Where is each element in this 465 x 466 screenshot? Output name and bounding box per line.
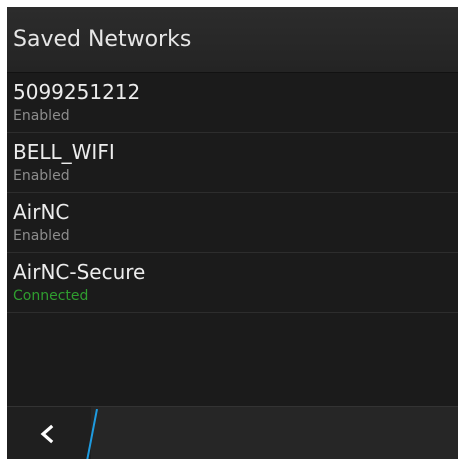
saved-networks-list: 5099251212 Enabled BELL_WIFI Enabled Air… [7,73,458,313]
page-title: Saved Networks [13,27,192,52]
network-name: 5099251212 [13,80,141,104]
network-item-bell-wifi[interactable]: BELL_WIFI Enabled [7,133,458,193]
network-item-airnc-secure[interactable]: AirNC-Secure Connected [7,253,458,313]
network-name: AirNC-Secure [13,260,146,284]
network-item-5099251212[interactable]: 5099251212 Enabled [7,73,458,133]
app-screen: Saved Networks 5099251212 Enabled BELL_W… [7,7,458,459]
network-status: Enabled [13,168,70,184]
network-status-connected: Connected [13,288,89,304]
title-bar: Saved Networks [7,7,458,73]
network-name: BELL_WIFI [13,140,115,164]
back-button[interactable] [7,407,91,459]
network-status: Enabled [13,228,70,244]
network-status: Enabled [13,108,70,124]
action-bar-divider [86,409,98,459]
network-name: AirNC [13,200,70,224]
network-item-airnc[interactable]: AirNC Enabled [7,193,458,253]
chevron-left-icon [40,424,54,444]
action-bar [7,406,458,459]
